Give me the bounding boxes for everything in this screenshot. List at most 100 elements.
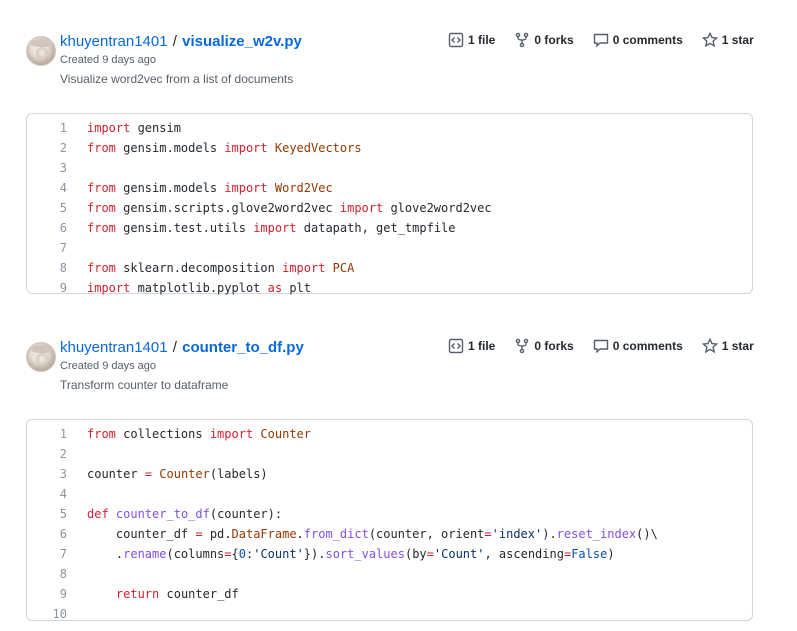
comments-count: 0 comments <box>612 339 683 353</box>
code-token: (labels) <box>209 467 268 481</box>
line-number[interactable]: 7 <box>27 238 67 258</box>
code-token: , ascending <box>484 547 564 561</box>
gist-title: khuyentran1401 / counter_to_df.py <box>60 338 304 358</box>
owner-link[interactable]: khuyentran1401 <box>60 339 168 356</box>
line-number[interactable]: 5 <box>27 504 67 524</box>
code-line: 7 <box>27 238 752 258</box>
code-token: from <box>87 141 116 155</box>
code-file-icon <box>448 32 464 48</box>
code-token: False <box>571 547 608 561</box>
owner-link[interactable]: khuyentran1401 <box>60 33 168 50</box>
code-token: as <box>267 281 283 295</box>
code-text: counter_df = pd.DataFrame.from_dict(coun… <box>67 524 658 544</box>
code-token: gensim <box>130 121 181 135</box>
code-token: import <box>253 221 297 235</box>
comment-icon <box>593 33 608 48</box>
code-text: from gensim.test.utils import datapath, … <box>67 218 456 238</box>
code-token: sklearn.decomposition <box>115 261 283 275</box>
code-token: }). <box>303 547 326 561</box>
stars-link[interactable]: 1 star <box>701 338 754 354</box>
code-token: 'Count' <box>433 547 485 561</box>
code-token: ()\ <box>636 527 658 541</box>
line-number[interactable]: 6 <box>27 524 67 544</box>
line-number[interactable]: 6 <box>27 218 67 238</box>
code-token: Counter <box>260 427 311 441</box>
code-text: from sklearn.decomposition import PCA <box>67 258 354 278</box>
code-text: counter = Counter(labels) <box>67 464 268 484</box>
line-number[interactable]: 9 <box>27 584 67 604</box>
star-icon <box>701 338 718 354</box>
code-token: counter_to_df <box>115 507 210 521</box>
stars-link[interactable]: 1 star <box>701 32 754 48</box>
code-line: 6 from gensim.test.utils import datapath,… <box>27 218 752 238</box>
gist-header: khuyentran1401 / counter_to_df.py Create… <box>0 334 797 404</box>
code-token: ). <box>542 527 557 541</box>
code-text: import matplotlib.pyplot as plt <box>67 278 311 298</box>
gist-filename-link[interactable]: visualize_w2v.py <box>182 33 302 50</box>
created-date: Created 9 days ago <box>60 360 157 372</box>
code-line: 6 counter_df = pd.DataFrame.from_dict(co… <box>27 524 752 544</box>
code-line: 5 def counter_to_df(counter): <box>27 504 752 524</box>
code-token: = <box>426 547 434 561</box>
code-token: import <box>339 201 384 215</box>
line-number[interactable]: 1 <box>27 424 67 444</box>
line-number[interactable]: 3 <box>27 464 67 484</box>
line-number[interactable]: 2 <box>27 138 67 158</box>
code-token: 0 <box>238 547 246 561</box>
files-count: 1 file <box>468 33 496 47</box>
line-number[interactable]: 1 <box>27 118 67 138</box>
code-token: def <box>87 507 109 521</box>
forks-link[interactable]: 0 forks <box>514 32 574 48</box>
code-token: counter <box>87 467 145 481</box>
code-token: pd. <box>202 527 232 541</box>
comments-link[interactable]: 0 comments <box>593 32 683 48</box>
code-line: 3 <box>27 158 752 178</box>
code-token: return <box>115 587 160 601</box>
code-preview[interactable]: 1 from collections import Counter 2 3 counte… <box>26 419 753 621</box>
line-number[interactable]: 5 <box>27 198 67 218</box>
code-token: datapath, get_tmpfile <box>296 221 456 235</box>
code-line: 9 import matplotlib.pyplot as plt <box>27 278 752 298</box>
line-number[interactable]: 4 <box>27 484 67 504</box>
line-number[interactable]: 2 <box>27 444 67 464</box>
code-token: reset_index <box>556 527 637 541</box>
code-token: gensim.models <box>115 181 225 195</box>
code-token: import <box>224 141 268 155</box>
avatar[interactable] <box>26 342 56 372</box>
line-number[interactable]: 3 <box>27 158 67 178</box>
code-line: 2 <box>27 444 752 464</box>
line-number[interactable]: 9 <box>27 278 67 298</box>
code-text: from gensim.models import Word2Vec <box>67 178 333 198</box>
avatar[interactable] <box>26 36 56 66</box>
code-text: import gensim <box>67 118 181 138</box>
code-line: 8 from sklearn.decomposition import PCA <box>27 258 752 278</box>
code-preview[interactable]: 1 import gensim 2 from gensim.models import… <box>26 113 753 295</box>
line-number[interactable]: 7 <box>27 544 67 564</box>
gist-description: Transform counter to dataframe <box>60 378 229 392</box>
files-link[interactable]: 1 file <box>448 338 495 354</box>
line-number[interactable]: 8 <box>27 258 67 278</box>
line-number[interactable]: 4 <box>27 178 67 198</box>
code-token: gensim.test.utils <box>115 221 254 235</box>
code-line: 9 return counter_df <box>27 584 752 604</box>
code-token: import <box>224 181 268 195</box>
forks-link[interactable]: 0 forks <box>514 338 574 354</box>
line-number[interactable]: 8 <box>27 564 67 584</box>
code-token: glove2word2vec <box>383 201 492 215</box>
code-token: 'Count' <box>253 547 304 561</box>
code-token: matplotlib.pyplot <box>130 281 268 295</box>
code-token: Word2Vec <box>274 181 333 195</box>
code-token: from <box>87 181 116 195</box>
comments-link[interactable]: 0 comments <box>593 338 683 354</box>
line-number[interactable]: 10 <box>27 604 67 624</box>
code-line: 1 from collections import Counter <box>27 424 752 444</box>
files-link[interactable]: 1 file <box>448 32 495 48</box>
gist-filename-link[interactable]: counter_to_df.py <box>182 339 304 356</box>
code-token: . <box>296 527 304 541</box>
